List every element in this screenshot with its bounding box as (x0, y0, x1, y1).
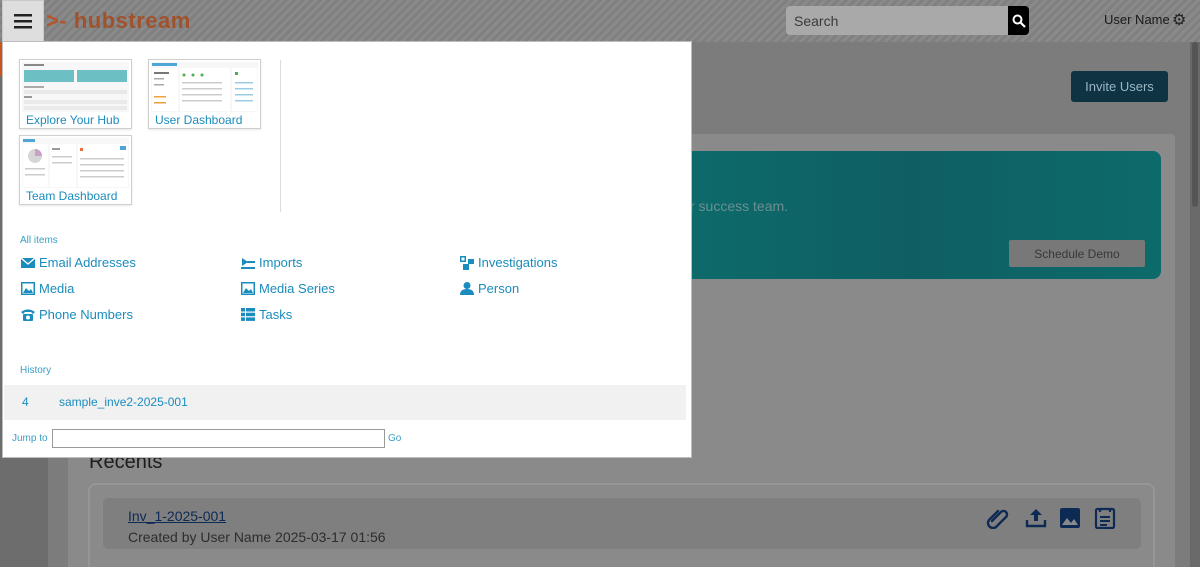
tile-label: User Dashboard (155, 113, 243, 127)
user-dashboard-thumbnail (151, 62, 258, 112)
envelope-icon (21, 256, 35, 268)
search-button[interactable] (1008, 6, 1029, 35)
go-button[interactable]: Go (388, 433, 401, 444)
history-item[interactable]: 4 sample_inve2-2025-001 (4, 385, 686, 420)
hamburger-icon (14, 13, 32, 28)
banner-text: r success team. (690, 198, 789, 214)
menu-item-imports[interactable]: Imports (241, 255, 302, 270)
explore-hub-thumbnail (22, 62, 129, 112)
menu-item-label: Media (39, 281, 75, 296)
person-icon (460, 282, 474, 295)
navigation-menu-panel: Explore Your Hub User Dashboard Team Das… (2, 41, 692, 458)
history-label: History (20, 365, 52, 376)
tile-explore-your-hub[interactable]: Explore Your Hub (19, 59, 132, 129)
attachment-icon[interactable] (986, 507, 1010, 529)
logo-mark-icon: >- (46, 8, 68, 33)
investigation-icon (460, 255, 474, 270)
menu-item-media-series[interactable]: Media Series (241, 281, 335, 296)
image-icon[interactable] (1058, 507, 1082, 529)
tasks-icon (241, 308, 255, 321)
menu-item-investigations[interactable]: Investigations (460, 255, 558, 270)
search-input[interactable] (786, 6, 1008, 35)
menu-item-email-addresses[interactable]: Email Addresses (21, 255, 136, 270)
history-item-number: 4 (22, 395, 29, 409)
menu-item-person[interactable]: Person (460, 281, 519, 296)
menu-item-media[interactable]: Media (21, 281, 74, 296)
menu-item-label: Imports (259, 255, 303, 270)
jump-to-input[interactable] (52, 429, 385, 448)
tile-user-dashboard[interactable]: User Dashboard (148, 59, 261, 129)
schedule-demo-button[interactable]: Schedule Demo (1009, 240, 1145, 267)
jump-to-label: Jump to (12, 433, 48, 444)
logo-text: hubstream (73, 8, 191, 33)
invite-users-button[interactable]: Invite Users (1071, 71, 1168, 102)
menu-item-phone-numbers[interactable]: Phone Numbers (21, 307, 133, 322)
brand-logo[interactable]: >- hubstream (46, 8, 191, 34)
menu-item-label: Phone Numbers (39, 307, 133, 322)
upload-icon[interactable] (1024, 507, 1048, 529)
recent-item-meta: Created by User Name 2025-03-17 01:56 (128, 529, 386, 545)
menu-item-label: Media Series (259, 281, 335, 296)
menu-item-tasks[interactable]: Tasks (241, 307, 292, 322)
page-scrollbar-thumb[interactable] (1192, 42, 1198, 207)
menu-item-label: Tasks (259, 307, 293, 322)
hamburger-menu-button[interactable] (2, 0, 44, 42)
menu-item-label: Investigations (478, 255, 558, 270)
menu-item-label: Person (478, 281, 520, 296)
tile-team-dashboard[interactable]: Team Dashboard (19, 135, 132, 205)
recent-item-link[interactable]: Inv_1-2025-001 (128, 508, 226, 524)
import-icon (241, 257, 255, 269)
menu-item-label: Email Addresses (39, 255, 136, 270)
images-icon (241, 282, 255, 295)
phone-icon (21, 309, 35, 321)
task-list-icon[interactable] (1093, 507, 1117, 529)
all-items-label: All items (20, 235, 58, 246)
team-dashboard-thumbnail (22, 138, 129, 188)
search-icon (1012, 14, 1026, 28)
history-item-name: sample_inve2-2025-001 (59, 395, 188, 409)
tile-label: Team Dashboard (26, 189, 118, 203)
tiles-divider (280, 60, 281, 212)
gear-icon[interactable]: ⚙ (1172, 10, 1186, 30)
image-icon (21, 282, 35, 295)
user-name-menu[interactable]: User Name (1104, 12, 1170, 27)
tile-label: Explore Your Hub (26, 113, 120, 127)
